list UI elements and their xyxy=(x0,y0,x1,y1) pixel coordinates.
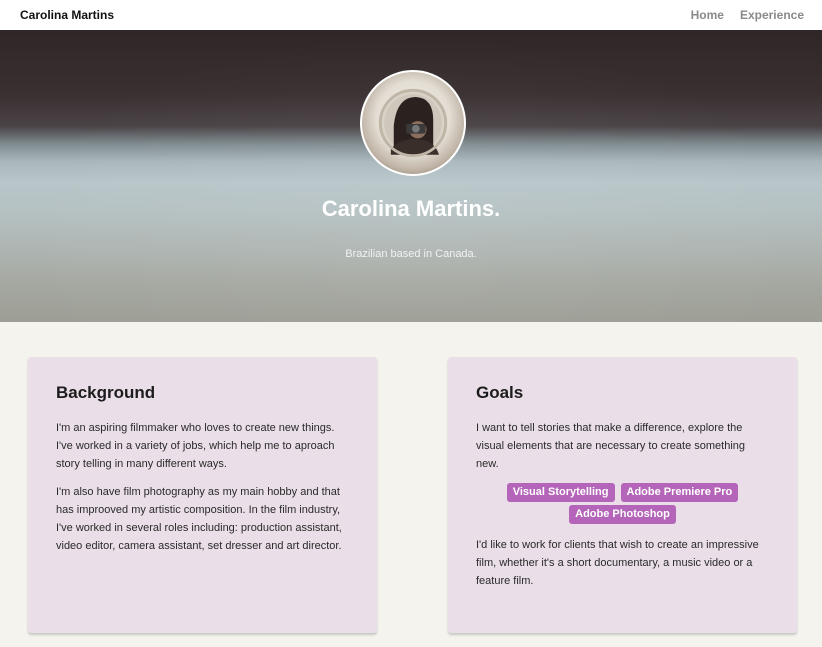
goals-outro: I'd like to work for clients that wish t… xyxy=(476,539,759,587)
background-paragraph-2: I'm also have film photography as my mai… xyxy=(56,486,342,552)
hero-subtitle: Brazilian based in Canada. xyxy=(345,248,477,260)
skill-tag-adobe-photoshop: Adobe Photoshop xyxy=(569,505,676,524)
goals-heading: Goals xyxy=(476,383,524,402)
hero-title: Carolina Martins. xyxy=(321,196,501,221)
nav-link-experience[interactable]: Experience xyxy=(740,8,804,22)
brand-link[interactable]: Carolina Martins xyxy=(20,8,114,22)
background-paragraph-1: I'm an aspiring filmmaker who loves to c… xyxy=(56,422,335,470)
navbar: Carolina Martins Home Experience xyxy=(0,0,822,30)
goals-card: Goals I want to tell stories that make a… xyxy=(448,357,797,633)
hero-banner: Carolina Martins. Brazilian based in Can… xyxy=(0,30,822,322)
nav-link-home[interactable]: Home xyxy=(691,8,724,22)
background-card: Background I'm an aspiring filmmaker who… xyxy=(28,357,377,633)
profile-avatar xyxy=(360,70,466,176)
skill-tags: Visual Storytelling Adobe Premiere Pro A… xyxy=(486,483,759,524)
nav-links: Home Experience xyxy=(691,8,804,22)
background-heading: Background xyxy=(56,383,156,402)
goals-intro: I want to tell stories that make a diffe… xyxy=(476,422,746,470)
skill-tag-visual-storytelling: Visual Storytelling xyxy=(506,483,615,502)
skill-tag-adobe-premiere-pro: Adobe Premiere Pro xyxy=(620,483,739,502)
profile-photo xyxy=(378,88,448,158)
